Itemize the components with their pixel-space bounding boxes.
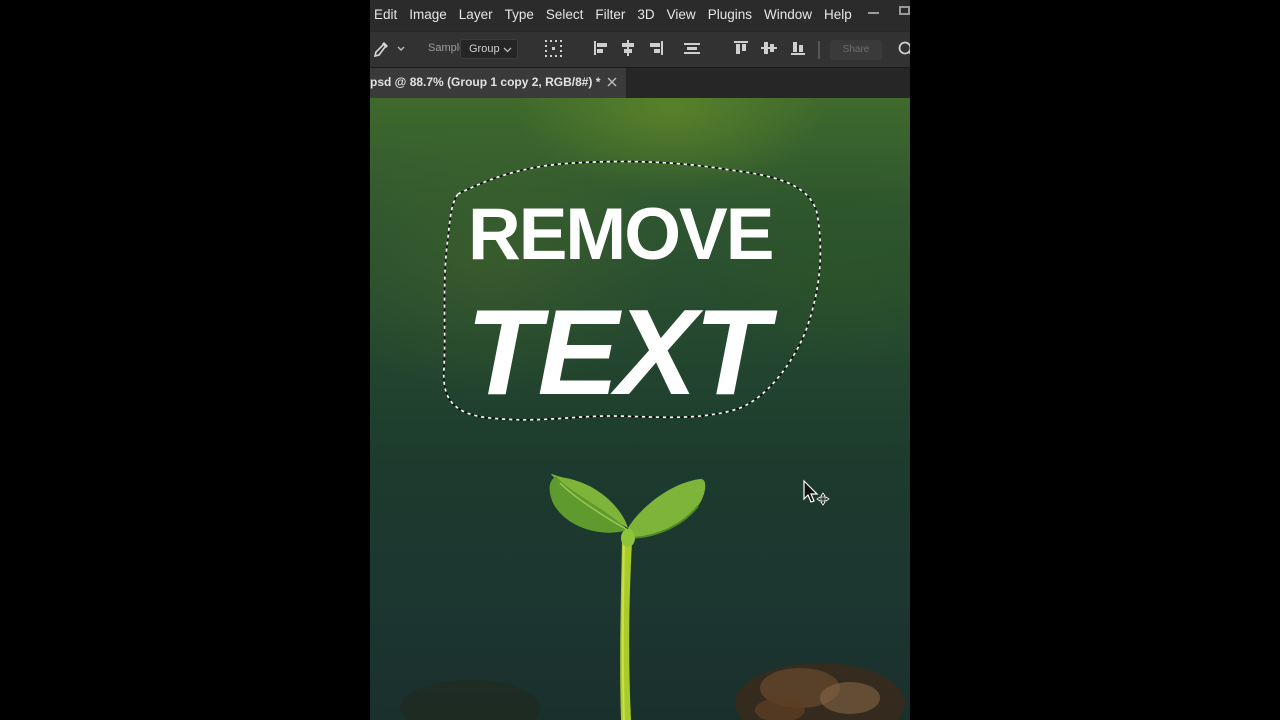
options-bar: Sample Group Share [370, 31, 910, 68]
sprout-image [549, 473, 706, 720]
menu-plugins[interactable]: Plugins [708, 7, 752, 22]
chevron-down-icon [503, 47, 512, 53]
document-tab[interactable]: psd @ 88.7% (Group 1 copy 2, RGB/8#) * [370, 68, 626, 98]
menu-image[interactable]: Image [409, 7, 447, 22]
menu-window[interactable]: Window [764, 7, 812, 22]
distribute-horizontal-icon[interactable] [683, 39, 701, 57]
align-top-icon[interactable] [732, 39, 750, 57]
chevron-down-icon[interactable] [396, 44, 406, 54]
distribute-icon[interactable] [544, 39, 562, 57]
menu-filter[interactable]: Filter [595, 7, 625, 22]
align-bottom-icon[interactable] [789, 39, 807, 57]
document-canvas[interactable]: REMOVE TEXT [370, 98, 910, 720]
share-button[interactable]: Share [830, 40, 882, 60]
headline-text-text: TEXT [466, 284, 769, 420]
close-icon[interactable] [607, 77, 617, 87]
menu-list: Edit Image Layer Type Select Filter 3D View Plug… [374, 7, 864, 22]
toolbar-divider [818, 41, 820, 59]
eyedropper-icon[interactable] [372, 40, 390, 58]
photoshop-window: Edit Image Layer Type Select Filter 3D View Plug… [370, 0, 910, 720]
align-middle-icon[interactable] [760, 39, 778, 57]
document-tab-bar: psd @ 88.7% (Group 1 copy 2, RGB/8#) * [370, 68, 910, 98]
menu-3d[interactable]: 3D [637, 7, 654, 22]
move-cursor-icon [803, 479, 830, 506]
sample-select-value: Group [469, 43, 500, 55]
menu-type[interactable]: Type [505, 7, 534, 22]
align-right-icon[interactable] [647, 39, 665, 57]
minimize-button[interactable] [868, 8, 879, 17]
soil-image [400, 663, 905, 720]
align-center-icon[interactable] [619, 39, 637, 57]
headline-remove-text: REMOVE [468, 194, 774, 275]
maximize-button[interactable] [899, 6, 910, 15]
menu-bar: Edit Image Layer Type Select Filter 3D View Plug… [370, 0, 910, 31]
menu-view[interactable]: View [667, 7, 696, 22]
align-left-icon[interactable] [592, 39, 610, 57]
menu-layer[interactable]: Layer [459, 7, 493, 22]
document-tab-label: psd @ 88.7% (Group 1 copy 2, RGB/8#) * [370, 75, 601, 89]
menu-edit[interactable]: Edit [374, 7, 397, 22]
menu-help[interactable]: Help [824, 7, 852, 22]
sample-select[interactable]: Group [460, 39, 518, 59]
menu-select[interactable]: Select [546, 7, 584, 22]
search-icon[interactable] [898, 41, 910, 59]
